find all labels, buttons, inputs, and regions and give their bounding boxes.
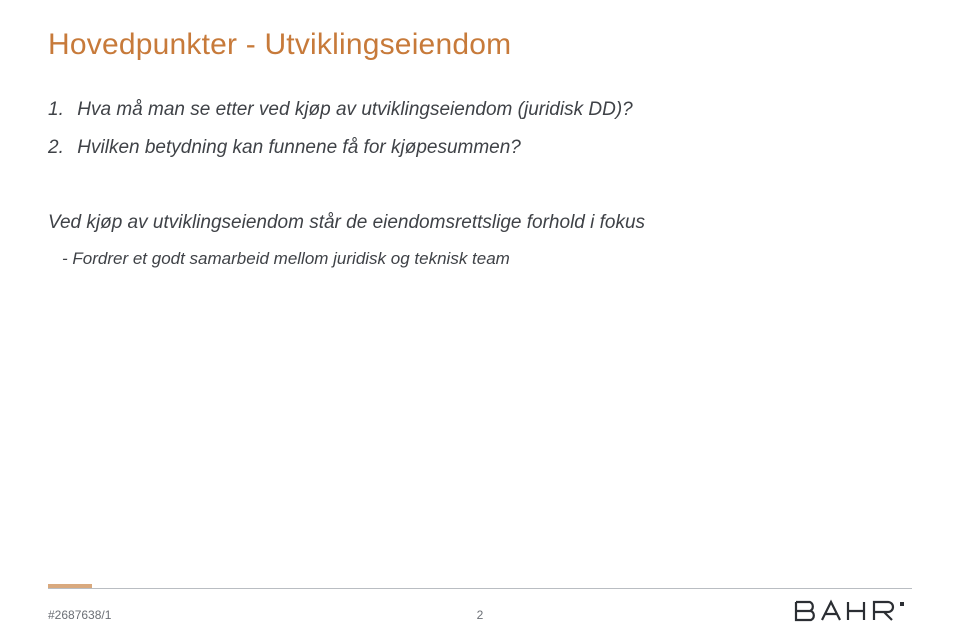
item-number: 1. xyxy=(48,96,72,124)
bullet-item: Fordrer et godt samarbeid mellom juridis… xyxy=(48,247,912,272)
item-text: Hva må man se etter ved kjøp av utviklin… xyxy=(77,99,632,120)
footer: #2687638/1 2 xyxy=(0,592,960,622)
slide: Hovedpunkter - Utviklingseiendom 1. Hva … xyxy=(0,0,960,638)
page-number: 2 xyxy=(477,608,484,622)
page-title: Hovedpunkter - Utviklingseiendom xyxy=(48,28,912,62)
list-item: 1. Hva må man se etter ved kjøp av utvik… xyxy=(48,96,912,124)
list-item: 2. Hvilken betydning kan funnene få for … xyxy=(48,134,912,162)
item-number: 2. xyxy=(48,134,72,162)
bahr-logo-icon xyxy=(792,598,912,624)
emphasis-text: Ved kjøp av utviklingseiendom står de ei… xyxy=(48,209,912,237)
logo xyxy=(792,598,912,624)
item-text: Hvilken betydning kan funnene få for kjø… xyxy=(77,137,521,158)
document-number: #2687638/1 xyxy=(48,608,111,622)
thin-line xyxy=(48,588,912,589)
emphasis-block: Ved kjøp av utviklingseiendom står de ei… xyxy=(48,209,912,271)
